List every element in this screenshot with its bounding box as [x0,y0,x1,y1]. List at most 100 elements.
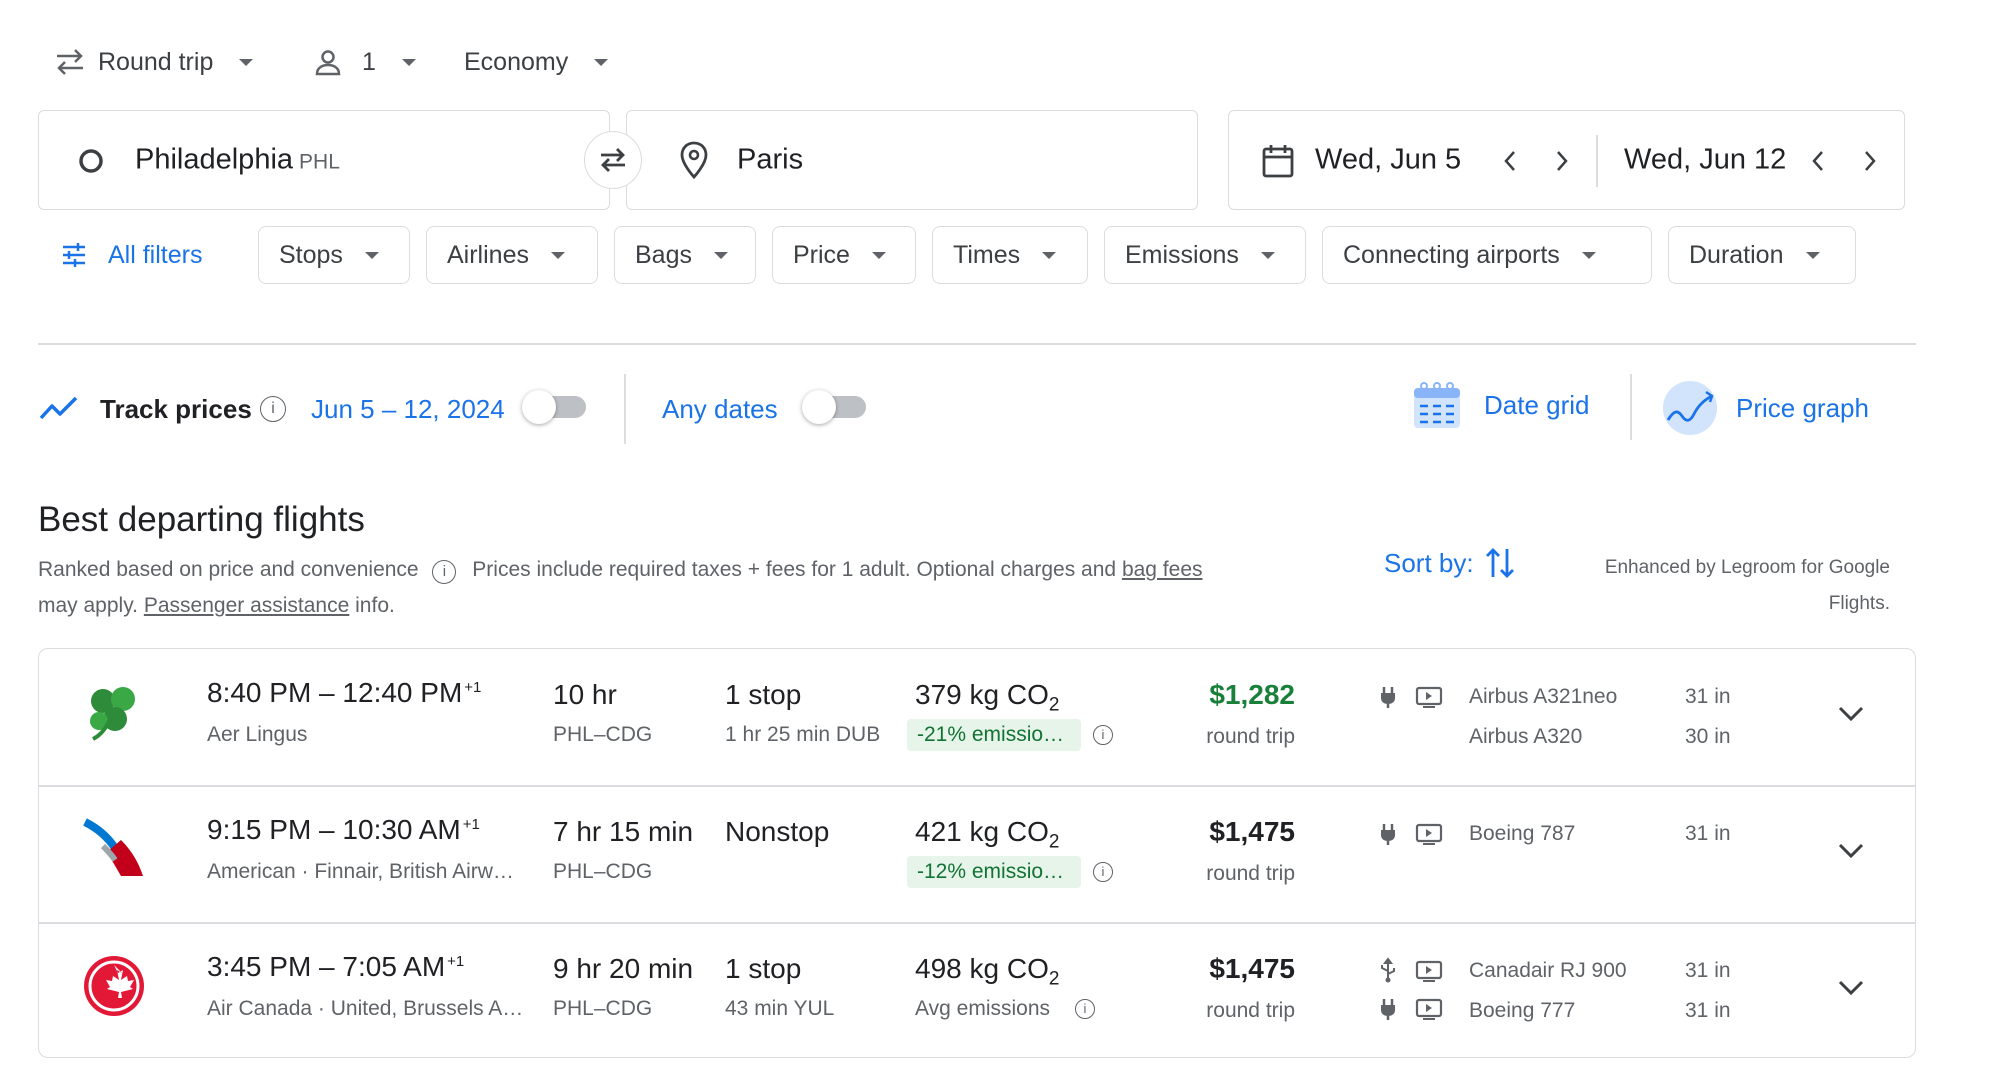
flight-stops: 1 stop [725,679,802,710]
info-icon[interactable]: i [1093,725,1113,745]
depart-time: 8:40 PM [207,677,312,708]
origin-field[interactable]: Philadelphia PHL [38,110,610,210]
passenger-select[interactable]: 1 [314,42,416,82]
filter-connecting-airports[interactable]: Connecting airports [1322,226,1652,284]
date-grid-button[interactable]: Date grid [1412,380,1590,430]
day-offset: +1 [462,815,480,833]
sort-by-button[interactable]: Sort by: [1384,545,1516,581]
caret-down-icon [401,58,416,66]
all-filters-label: All filters [108,240,203,269]
vertical-divider [624,374,626,444]
track-dates: Jun 5 – 12, 2024 [311,394,505,424]
bag-fees-link[interactable]: bag fees [1122,558,1203,581]
track-prices-toggle[interactable] [522,390,588,424]
swap-arrows-icon [57,49,83,75]
emissions-badge: -12% emissio… [907,856,1081,888]
caret-down-icon [594,58,609,66]
flight-route: PHL–CDG [553,997,653,1020]
chevron-left-icon[interactable] [1501,149,1519,173]
co2-text: 498 kg CO [915,953,1049,984]
chip-label: Bags [635,240,692,269]
sort-by-label: Sort by: [1384,547,1474,578]
flight-route: PHL–CDG [553,723,653,746]
filter-duration[interactable]: Duration [1668,226,1856,284]
chip-label: Times [953,240,1021,269]
day-offset: +1 [447,952,465,970]
aircraft-type: Boeing 777 [1469,999,1576,1022]
filter-stops[interactable]: Stops [258,226,410,284]
price-graph-button[interactable]: Price graph [1662,380,1869,436]
calendar-icon [1262,145,1294,178]
vertical-divider [1630,374,1632,440]
power-outlet-icon [1381,999,1395,1020]
results-list: 8:40 PM – 12:40 PM +1 Aer Lingus 10 hr PH… [38,648,1916,1058]
price-note: round trip [1206,999,1295,1022]
video-screen-icon [1415,823,1443,845]
swap-icon [601,148,625,172]
depart-date[interactable]: Wed, Jun 5 [1315,144,1461,177]
filter-emissions[interactable]: Emissions [1104,226,1306,284]
legroom: 30 in [1685,725,1731,748]
airline-name: Air Canada · United, Brussels A… [207,997,524,1020]
emissions-label: Avg emissions [915,997,1051,1020]
trip-type-select[interactable]: Round trip [54,42,254,82]
legroom: 31 in [1685,822,1731,845]
all-filters-button[interactable]: All filters [60,238,202,272]
legroom: 31 in [1685,959,1731,982]
chevron-down-icon[interactable] [1837,979,1865,997]
flight-duration: 10 hr [553,679,617,710]
airline-name: Aer Lingus [207,723,308,746]
origin-city: Philadelphia [135,143,294,176]
arrive-time: 12:40 PM [342,677,463,708]
info-icon[interactable]: i [260,396,286,422]
return-date[interactable]: Wed, Jun 12 [1624,144,1786,177]
info-icon[interactable]: i [1093,862,1113,882]
flight-price: $1,282 [1209,679,1295,710]
ranked-text: Ranked based on price and convenience [38,558,419,581]
caret-down-icon [713,251,728,259]
any-dates-label: Any dates [662,394,778,424]
price-note: round trip [1206,862,1295,885]
filter-times[interactable]: Times [932,226,1088,284]
chevron-down-icon[interactable] [1837,705,1865,723]
chevron-right-icon[interactable] [1553,149,1571,173]
chip-label: Price [793,240,850,269]
chip-label: Stops [279,240,343,269]
emissions-badge: -21% emissio… [907,719,1081,751]
may-apply-text: may apply. [38,594,138,617]
flight-row[interactable]: 8:40 PM – 12:40 PM +1 Aer Lingus 10 hr PH… [39,649,1915,785]
date-grid-label: Date grid [1484,389,1590,420]
chevron-left-icon[interactable] [1809,149,1827,173]
aircraft-type: Boeing 787 [1469,822,1576,845]
legroom: 31 in [1685,685,1731,708]
chevron-right-icon[interactable] [1861,149,1879,173]
chevron-down-icon[interactable] [1837,842,1865,860]
caret-down-icon [550,251,565,259]
day-offset: +1 [464,678,482,696]
section-divider [38,343,1916,345]
cabin-select[interactable]: Economy [464,42,609,82]
chip-label: Airlines [447,240,529,269]
co2-text: 379 kg CO [915,679,1049,710]
filter-price[interactable]: Price [772,226,916,284]
trip-type-label: Round trip [98,47,214,76]
results-note: Ranked based on price and convenience i … [38,552,1338,624]
swap-locations-button[interactable] [584,131,642,189]
arrive-time: 7:05 AM [342,951,446,982]
filter-airlines[interactable]: Airlines [426,226,598,284]
passenger-assistance-link[interactable]: Passenger assistance [144,594,349,617]
info-icon[interactable]: i [1075,999,1095,1019]
co2-value: 379 kg CO2 [915,679,1059,717]
flight-row[interactable]: 9:15 PM – 10:30 AM +1 American · Finnair,… [39,786,1915,922]
air-canada-logo-icon [84,956,144,1016]
video-screen-icon [1415,998,1443,1020]
destination-city: Paris [737,143,804,176]
flight-times: 8:40 PM – 12:40 PM +1 [207,677,482,708]
flight-row[interactable]: 3:45 PM – 7:05 AM +1 Air Canada · United,… [39,923,1915,1057]
destination-field[interactable]: Paris [626,110,1198,210]
any-dates-toggle[interactable] [802,390,868,424]
caret-down-icon [1042,251,1057,259]
depart-time: 9:15 PM [207,814,312,845]
filter-bags[interactable]: Bags [614,226,756,284]
info-icon[interactable]: i [432,560,457,584]
